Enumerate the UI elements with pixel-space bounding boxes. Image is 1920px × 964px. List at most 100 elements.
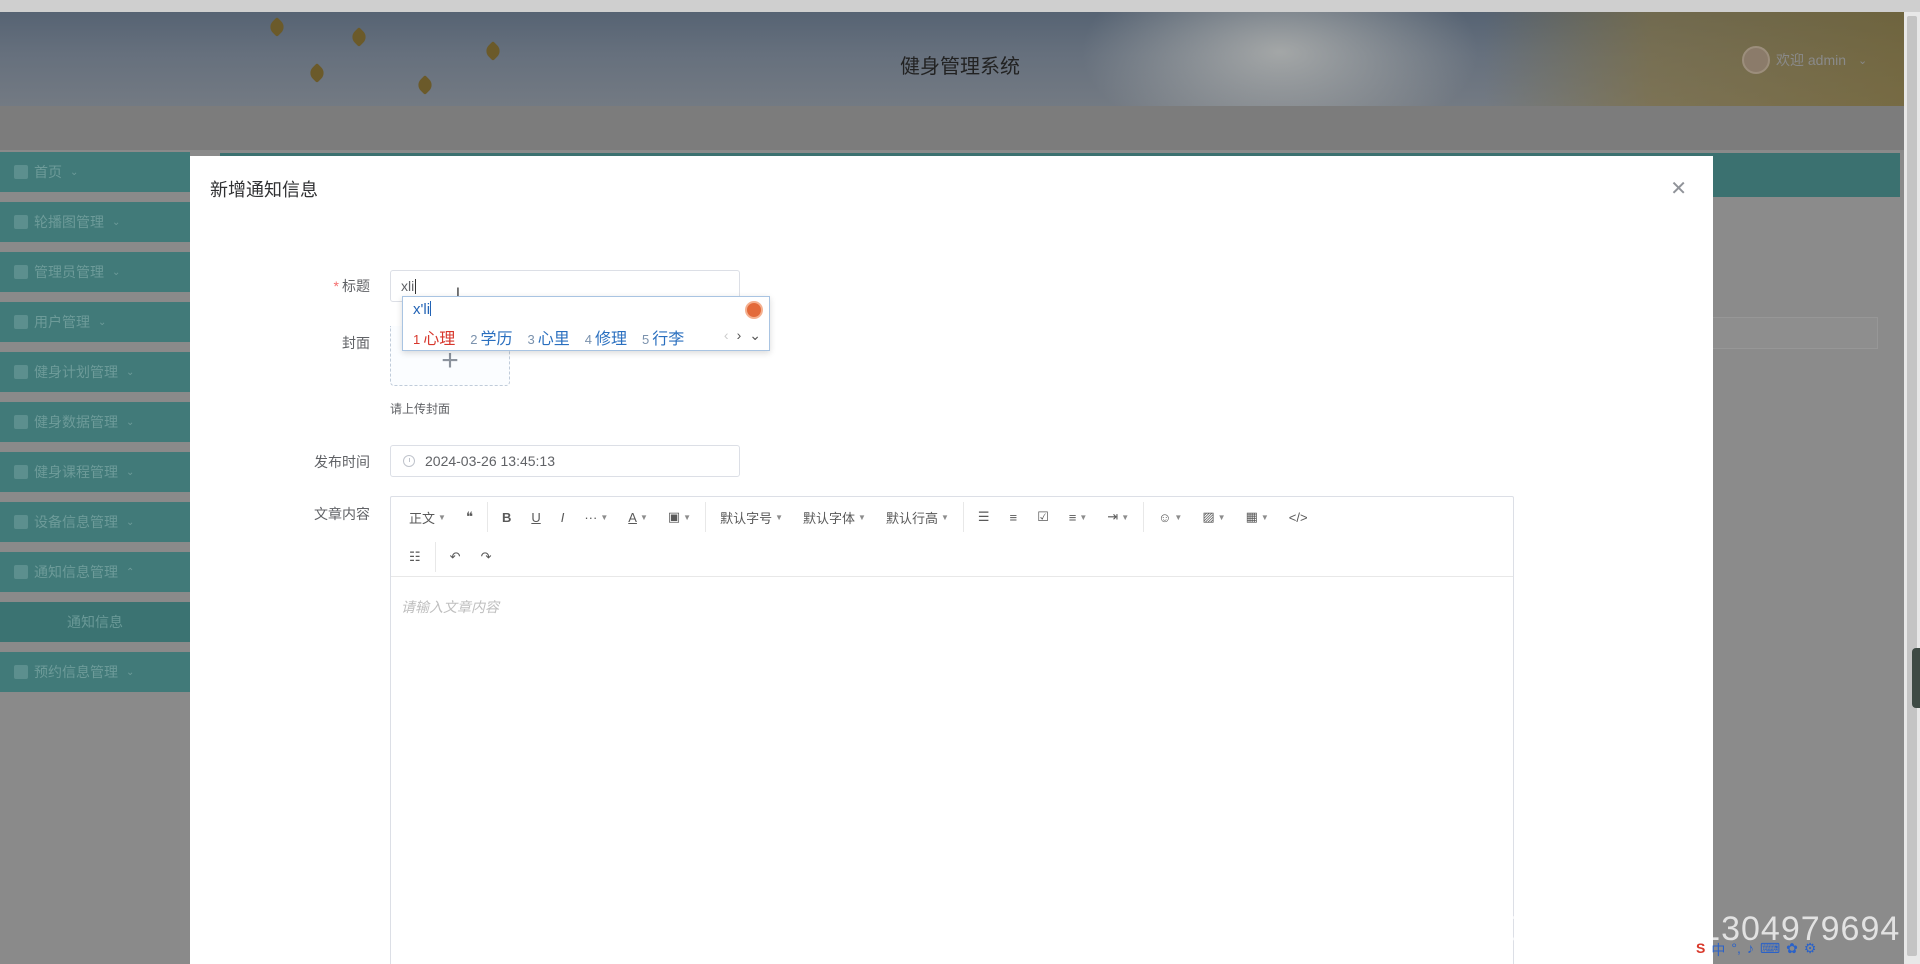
ime-candidate[interactable]: 2 学历	[470, 325, 512, 349]
page-scrollbar[interactable]	[1904, 12, 1920, 964]
sidebar-subitem-notice-info[interactable]: 通知信息	[0, 602, 190, 642]
indent-button[interactable]: ⇥ ▼	[1097, 501, 1139, 533]
line-height-select[interactable]: 默认行高 ▼	[876, 501, 959, 533]
font-color-button[interactable]: A ▼	[618, 501, 658, 533]
user-icon	[14, 315, 28, 329]
horizontal-rule-icon: ☷	[409, 549, 421, 564]
cover-label: 封面	[342, 335, 370, 351]
scrollbar-thumb[interactable]	[1907, 16, 1917, 956]
caret-down-icon: ▼	[438, 512, 446, 522]
ime-candidate[interactable]: 3 心里	[528, 325, 570, 349]
background-color-button[interactable]: ▣ ▼	[658, 501, 701, 533]
bold-button[interactable]: B	[492, 501, 521, 533]
gift-icon	[14, 415, 28, 429]
chevron-down-icon: ⌄	[126, 366, 135, 378]
checkbox-icon: ☑	[1037, 509, 1049, 524]
caret-down-icon: ▼	[600, 512, 609, 522]
title-label: * 标题	[333, 278, 370, 294]
editor-placeholder: 请输入文章内容	[401, 599, 499, 615]
ime-candidate[interactable]: 5 行李	[642, 325, 684, 349]
ime-prev-page-icon[interactable]: ‹	[724, 327, 729, 344]
redo-button[interactable]: ↷	[471, 541, 502, 573]
caret-down-icon: ▼	[1260, 512, 1269, 522]
ime-logo-icon[interactable]	[745, 301, 763, 319]
caret-down-icon: ▼	[1121, 512, 1130, 522]
paragraph-format-button[interactable]: 正文 ▼	[399, 501, 456, 533]
image-icon: ▨	[1202, 509, 1215, 524]
chevron-down-icon: ⌄	[126, 466, 135, 478]
browser-top-strip	[0, 0, 1920, 12]
sidebar-item-courses[interactable]: 健身课程管理 ⌄	[0, 452, 190, 492]
cover-upload-tip: 请上传封面	[390, 402, 451, 416]
insert-table-button[interactable]: ▦ ▼	[1236, 501, 1279, 533]
add-notice-dialog: 新增通知信息 ✕ * 标题 xli I 封面 + 请上传封面 发布时间 2024-…	[190, 156, 1713, 964]
sub-header-bar	[0, 106, 1904, 150]
todo-button[interactable]: ☑	[1027, 501, 1059, 533]
undo-icon: ↶	[449, 549, 461, 564]
quote-button[interactable]: ❝	[456, 501, 483, 533]
publish-time-picker[interactable]: 2024-03-26 13:45:13	[390, 445, 740, 477]
keyboard-icon[interactable]: ⌨	[1760, 940, 1780, 960]
emoji-button[interactable]: ☺ ▼	[1148, 501, 1192, 533]
numbered-list-icon: ≡	[1009, 509, 1018, 525]
underline-button[interactable]: U	[521, 501, 550, 533]
sidebar-item-home[interactable]: 首页 ⌄	[0, 152, 190, 192]
side-panel-handle[interactable]	[1912, 648, 1920, 708]
insert-image-button[interactable]: ▨ ▼	[1192, 501, 1235, 533]
caret-down-icon: ▼	[1079, 512, 1088, 522]
bullet-list-icon: ☰	[977, 509, 990, 524]
justify-button[interactable]: ≡ ▼	[1059, 501, 1098, 533]
image-icon	[14, 215, 28, 229]
sidebar-item-carousel[interactable]: 轮播图管理 ⌄	[0, 202, 190, 242]
sogou-ime-icon[interactable]: S	[1696, 940, 1705, 960]
avatar	[1742, 46, 1770, 74]
skin-icon[interactable]: ✿	[1786, 940, 1798, 960]
sidebar: 首页 ⌄ 轮播图管理 ⌄ 管理员管理 ⌄ 用户管理 ⌄ 健身计划管理 ⌄ 健身数据管理 ⌄ …	[0, 152, 190, 702]
punctuation-icon[interactable]: °,	[1731, 940, 1741, 960]
code-button[interactable]: </>	[1279, 501, 1318, 533]
underline-icon: U	[531, 509, 541, 525]
caret-down-icon: ▼	[940, 512, 949, 522]
leaf-decoration	[349, 27, 369, 47]
ime-tray: S 中 °, ♪ ⌨ ✿ ⚙	[1696, 940, 1816, 960]
welcome-text: 欢迎 admin	[1776, 52, 1847, 68]
bullet-list-button[interactable]: ☰	[968, 501, 1000, 533]
chevron-up-icon: ⌃	[126, 566, 135, 578]
toolbar-divider	[962, 502, 964, 532]
sidebar-item-fitness-plans[interactable]: 健身计划管理 ⌄	[0, 352, 190, 392]
sidebar-item-fitness-data[interactable]: 健身数据管理 ⌄	[0, 402, 190, 442]
ime-candidate[interactable]: 1 心理	[413, 325, 455, 349]
device-icon	[14, 515, 28, 529]
numbered-list-button[interactable]: ≡	[1000, 501, 1028, 533]
emoji-icon: ☺	[1158, 509, 1172, 525]
italic-icon: I	[560, 509, 565, 525]
rich-text-editor: 正文 ▼ ❝ B U I ··· ▼ A ▼ ▣ ▼ 默认字号 ▼ 默认字体 ▼ 默认行高 ▼…	[390, 496, 1514, 964]
ime-next-page-icon[interactable]: ›	[737, 327, 742, 344]
italic-button[interactable]: I	[551, 501, 575, 533]
microphone-icon[interactable]: ♪	[1747, 940, 1754, 960]
editor-content-area[interactable]: 请输入文章内容	[391, 577, 1513, 637]
leaf-decoration	[267, 17, 287, 37]
sidebar-item-users[interactable]: 用户管理 ⌄	[0, 302, 190, 342]
close-icon[interactable]: ✕	[1670, 176, 1687, 201]
ime-mode-indicator[interactable]: 中	[1711, 940, 1725, 960]
chevron-down-icon: ⌄	[70, 166, 79, 178]
gift-icon	[14, 565, 28, 579]
ime-candidate[interactable]: 4 修理	[585, 325, 627, 349]
font-family-select[interactable]: 默认字体 ▼	[793, 501, 876, 533]
sidebar-item-admins[interactable]: 管理员管理 ⌄	[0, 252, 190, 292]
quote-icon: ❝	[465, 509, 473, 524]
sidebar-item-devices[interactable]: 设备信息管理 ⌄	[0, 502, 190, 542]
more-styles-button[interactable]: ··· ▼	[574, 501, 618, 533]
ime-expand-icon[interactable]: ⌄	[749, 327, 761, 344]
ime-composition: x'li	[413, 301, 432, 318]
sidebar-item-reservations[interactable]: 预约信息管理 ⌄	[0, 652, 190, 692]
undo-button[interactable]: ↶	[440, 541, 471, 573]
sidebar-item-notices[interactable]: 通知信息管理 ⌃	[0, 552, 190, 592]
user-menu[interactable]: 欢迎 admin ⌄	[1742, 46, 1867, 74]
text-caret	[415, 278, 417, 294]
font-size-select[interactable]: 默认字号 ▼	[710, 501, 793, 533]
settings-icon[interactable]: ⚙	[1804, 940, 1817, 960]
divider-button[interactable]: ☷	[399, 541, 431, 573]
clock-icon	[403, 455, 415, 467]
